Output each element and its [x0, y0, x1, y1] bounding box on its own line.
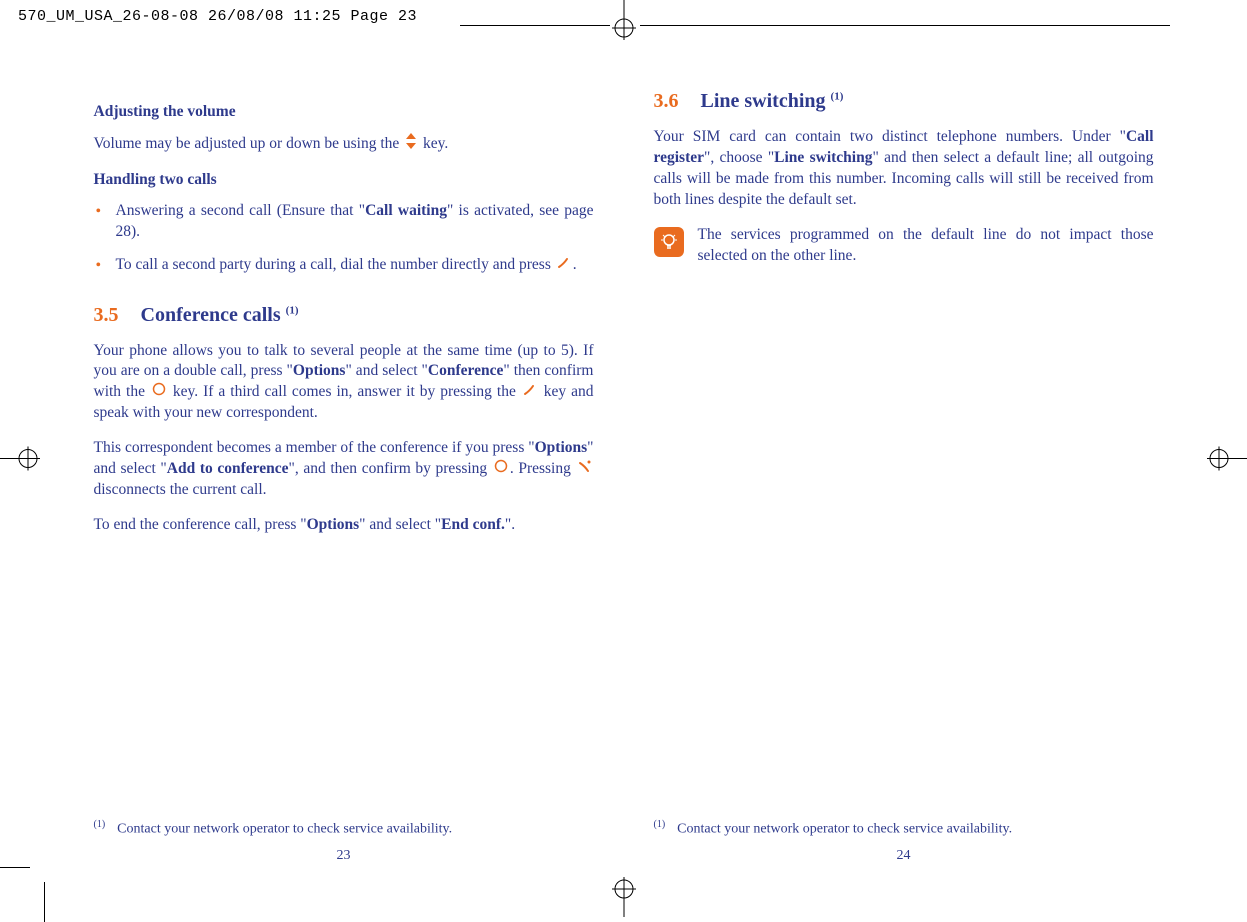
text: " and select " [359, 516, 441, 533]
bold-text: Line switching [774, 149, 872, 166]
crop-line [640, 25, 1170, 26]
footnote-text: Contact your network operator to check s… [117, 822, 452, 837]
section-title: Conference calls (1) [141, 304, 299, 326]
print-header: 570_UM_USA_26-08-08 26/08/08 11:25 Page … [18, 8, 417, 25]
section-number: 3.5 [94, 304, 119, 326]
text: ", choose " [704, 149, 774, 166]
page-spread: Adjusting the volume Volume may be adjus… [0, 88, 1247, 862]
page-left: Adjusting the volume Volume may be adjus… [94, 88, 594, 862]
end-key-icon [578, 459, 592, 480]
bold-text: End conf. [441, 516, 505, 533]
bold-text: Conference [428, 362, 503, 379]
bold-text: Options [535, 439, 588, 456]
footnote-ref: (1) [286, 304, 299, 316]
text: Your SIM card can contain two distinct t… [654, 128, 1126, 145]
footnote: (1) Contact your network operator to chec… [94, 818, 453, 840]
footnote-ref: (1) [831, 90, 844, 102]
crop-line [0, 867, 30, 868]
text: " and select " [345, 362, 427, 379]
text: To end the conference call, press " [94, 516, 307, 533]
text: ", and then confirm by pressing [289, 460, 492, 477]
crop-line [44, 882, 45, 922]
text: Volume may be adjusted up or down be usi… [94, 135, 404, 152]
text: key. [423, 135, 448, 152]
crop-line [460, 25, 610, 26]
para-adjusting: Volume may be adjusted up or down be usi… [94, 133, 594, 156]
text: This correspondent becomes a member of t… [94, 439, 535, 456]
text: key. If a third call comes in, answer it… [173, 383, 521, 400]
bold-text: Options [307, 516, 360, 533]
para-conf-1: Your phone allows you to talk to several… [94, 341, 594, 425]
registration-mark-icon [594, 877, 654, 917]
section-number: 3.6 [654, 90, 679, 112]
para-conf-3: To end the conference call, press "Optio… [94, 515, 594, 536]
crop-mark-bottom [594, 877, 654, 922]
footnote-mark: (1) [94, 819, 106, 830]
bullet-list: Answering a second call (Ensure that "Ca… [94, 201, 594, 276]
bold-text: Options [293, 362, 346, 379]
footnote: (1) Contact your network operator to chec… [654, 818, 1013, 840]
tip-icon [654, 227, 684, 257]
ok-key-icon [494, 459, 508, 480]
para-conf-2: This correspondent becomes a member of t… [94, 438, 594, 501]
bold-text: Add to conference [167, 460, 289, 477]
call-key-icon [523, 382, 537, 403]
tip-note: The services programmed on the default l… [654, 225, 1154, 267]
call-key-icon [557, 255, 571, 276]
para-line-switching: Your SIM card can contain two distinct t… [654, 127, 1154, 211]
tip-text: The services programmed on the default l… [698, 225, 1154, 267]
bold-text: Call waiting [365, 202, 447, 219]
footnote-text: Contact your network operator to check s… [677, 822, 1012, 837]
footnote-mark: (1) [654, 819, 666, 830]
text: Line switching [701, 90, 831, 112]
text: Answering a second call (Ensure that " [116, 202, 366, 219]
text: disconnects the current call. [94, 481, 267, 498]
lightbulb-icon [659, 232, 679, 252]
page-number: 24 [654, 847, 1154, 866]
page-number: 23 [94, 847, 594, 866]
text: . Pressing [510, 460, 576, 477]
list-item: Answering a second call (Ensure that "Ca… [94, 201, 594, 243]
crop-mark-top [594, 0, 654, 45]
section-heading-3-5: 3.5 Conference calls (1) [94, 302, 594, 329]
ok-key-icon [152, 382, 166, 403]
section-title: Line switching (1) [701, 90, 844, 112]
list-item: To call a second party during a call, di… [94, 255, 594, 276]
page-right: 3.6 Line switching (1) Your SIM card can … [654, 88, 1154, 862]
text: ". [505, 516, 515, 533]
section-heading-3-6: 3.6 Line switching (1) [654, 88, 1154, 115]
heading-handling-two-calls: Handling two calls [94, 170, 594, 191]
volume-arrows-icon [405, 133, 417, 156]
text: To call a second party during a call, di… [116, 256, 555, 273]
heading-adjusting-volume: Adjusting the volume [94, 102, 594, 123]
text: . [573, 256, 577, 273]
text: Conference calls [141, 304, 286, 326]
registration-mark-icon [594, 0, 654, 40]
